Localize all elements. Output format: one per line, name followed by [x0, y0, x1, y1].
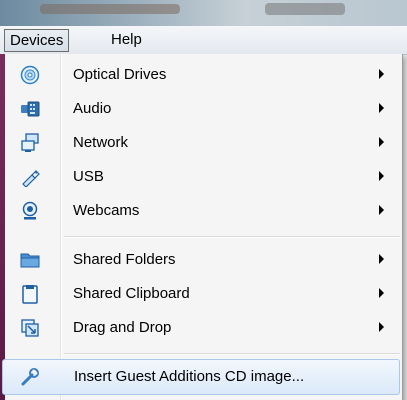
menu-bar: Devices Help — [0, 26, 407, 55]
menu-separator — [64, 236, 400, 238]
window-titlebar — [0, 0, 407, 26]
optical-disc-icon — [20, 65, 40, 85]
clipboard-icon — [20, 284, 40, 304]
menu-item-drag-and-drop[interactable]: Drag and Drop — [6, 311, 396, 345]
menu-item-insert-guest-additions[interactable]: Insert Guest Additions CD image... — [2, 359, 400, 395]
titlebar-blur — [265, 3, 345, 15]
submenu-arrow-icon — [379, 205, 384, 215]
submenu-arrow-icon — [379, 322, 384, 332]
menu-item-label: Shared Clipboard — [73, 285, 190, 302]
menu-item-label: Shared Folders — [73, 251, 176, 268]
menu-item-shared-folders[interactable]: Shared Folders — [6, 243, 396, 277]
menu-separator — [64, 353, 400, 355]
drag-drop-icon — [20, 318, 40, 338]
menu-devices[interactable]: Devices — [4, 29, 70, 52]
menu-item-label: Webcams — [73, 202, 140, 219]
menu-item-label: Network — [73, 134, 129, 151]
usb-icon — [20, 167, 40, 188]
titlebar-blur — [40, 4, 180, 14]
webcam-icon — [20, 201, 40, 221]
devices-dropdown-menu: Optical Drives Audio Network USB Webcams… — [0, 54, 403, 400]
submenu-arrow-icon — [379, 69, 384, 79]
menu-item-label: Insert Guest Additions CD image... — [74, 368, 305, 385]
menu-item-audio[interactable]: Audio — [6, 92, 396, 126]
menu-item-label: USB — [73, 168, 104, 185]
menu-item-optical-drives[interactable]: Optical Drives — [6, 58, 396, 92]
submenu-arrow-icon — [379, 288, 384, 298]
menu-help[interactable]: Help — [104, 29, 149, 50]
submenu-arrow-icon — [379, 137, 384, 147]
menu-item-webcams[interactable]: Webcams — [6, 194, 396, 228]
submenu-arrow-icon — [379, 103, 384, 113]
menu-item-label: Drag and Drop — [73, 319, 172, 336]
network-icon — [20, 133, 40, 153]
menu-item-network[interactable]: Network — [6, 126, 396, 160]
menu-item-label: Optical Drives — [73, 66, 167, 83]
submenu-arrow-icon — [379, 171, 384, 181]
menu-item-label: Audio — [73, 100, 112, 117]
window-edge — [0, 54, 5, 400]
menu-item-usb[interactable]: USB — [6, 160, 396, 194]
audio-card-icon — [20, 99, 40, 119]
wrench-icon — [20, 367, 40, 387]
folder-icon — [20, 250, 40, 270]
menu-item-shared-clipboard[interactable]: Shared Clipboard — [6, 277, 396, 311]
submenu-arrow-icon — [379, 254, 384, 264]
